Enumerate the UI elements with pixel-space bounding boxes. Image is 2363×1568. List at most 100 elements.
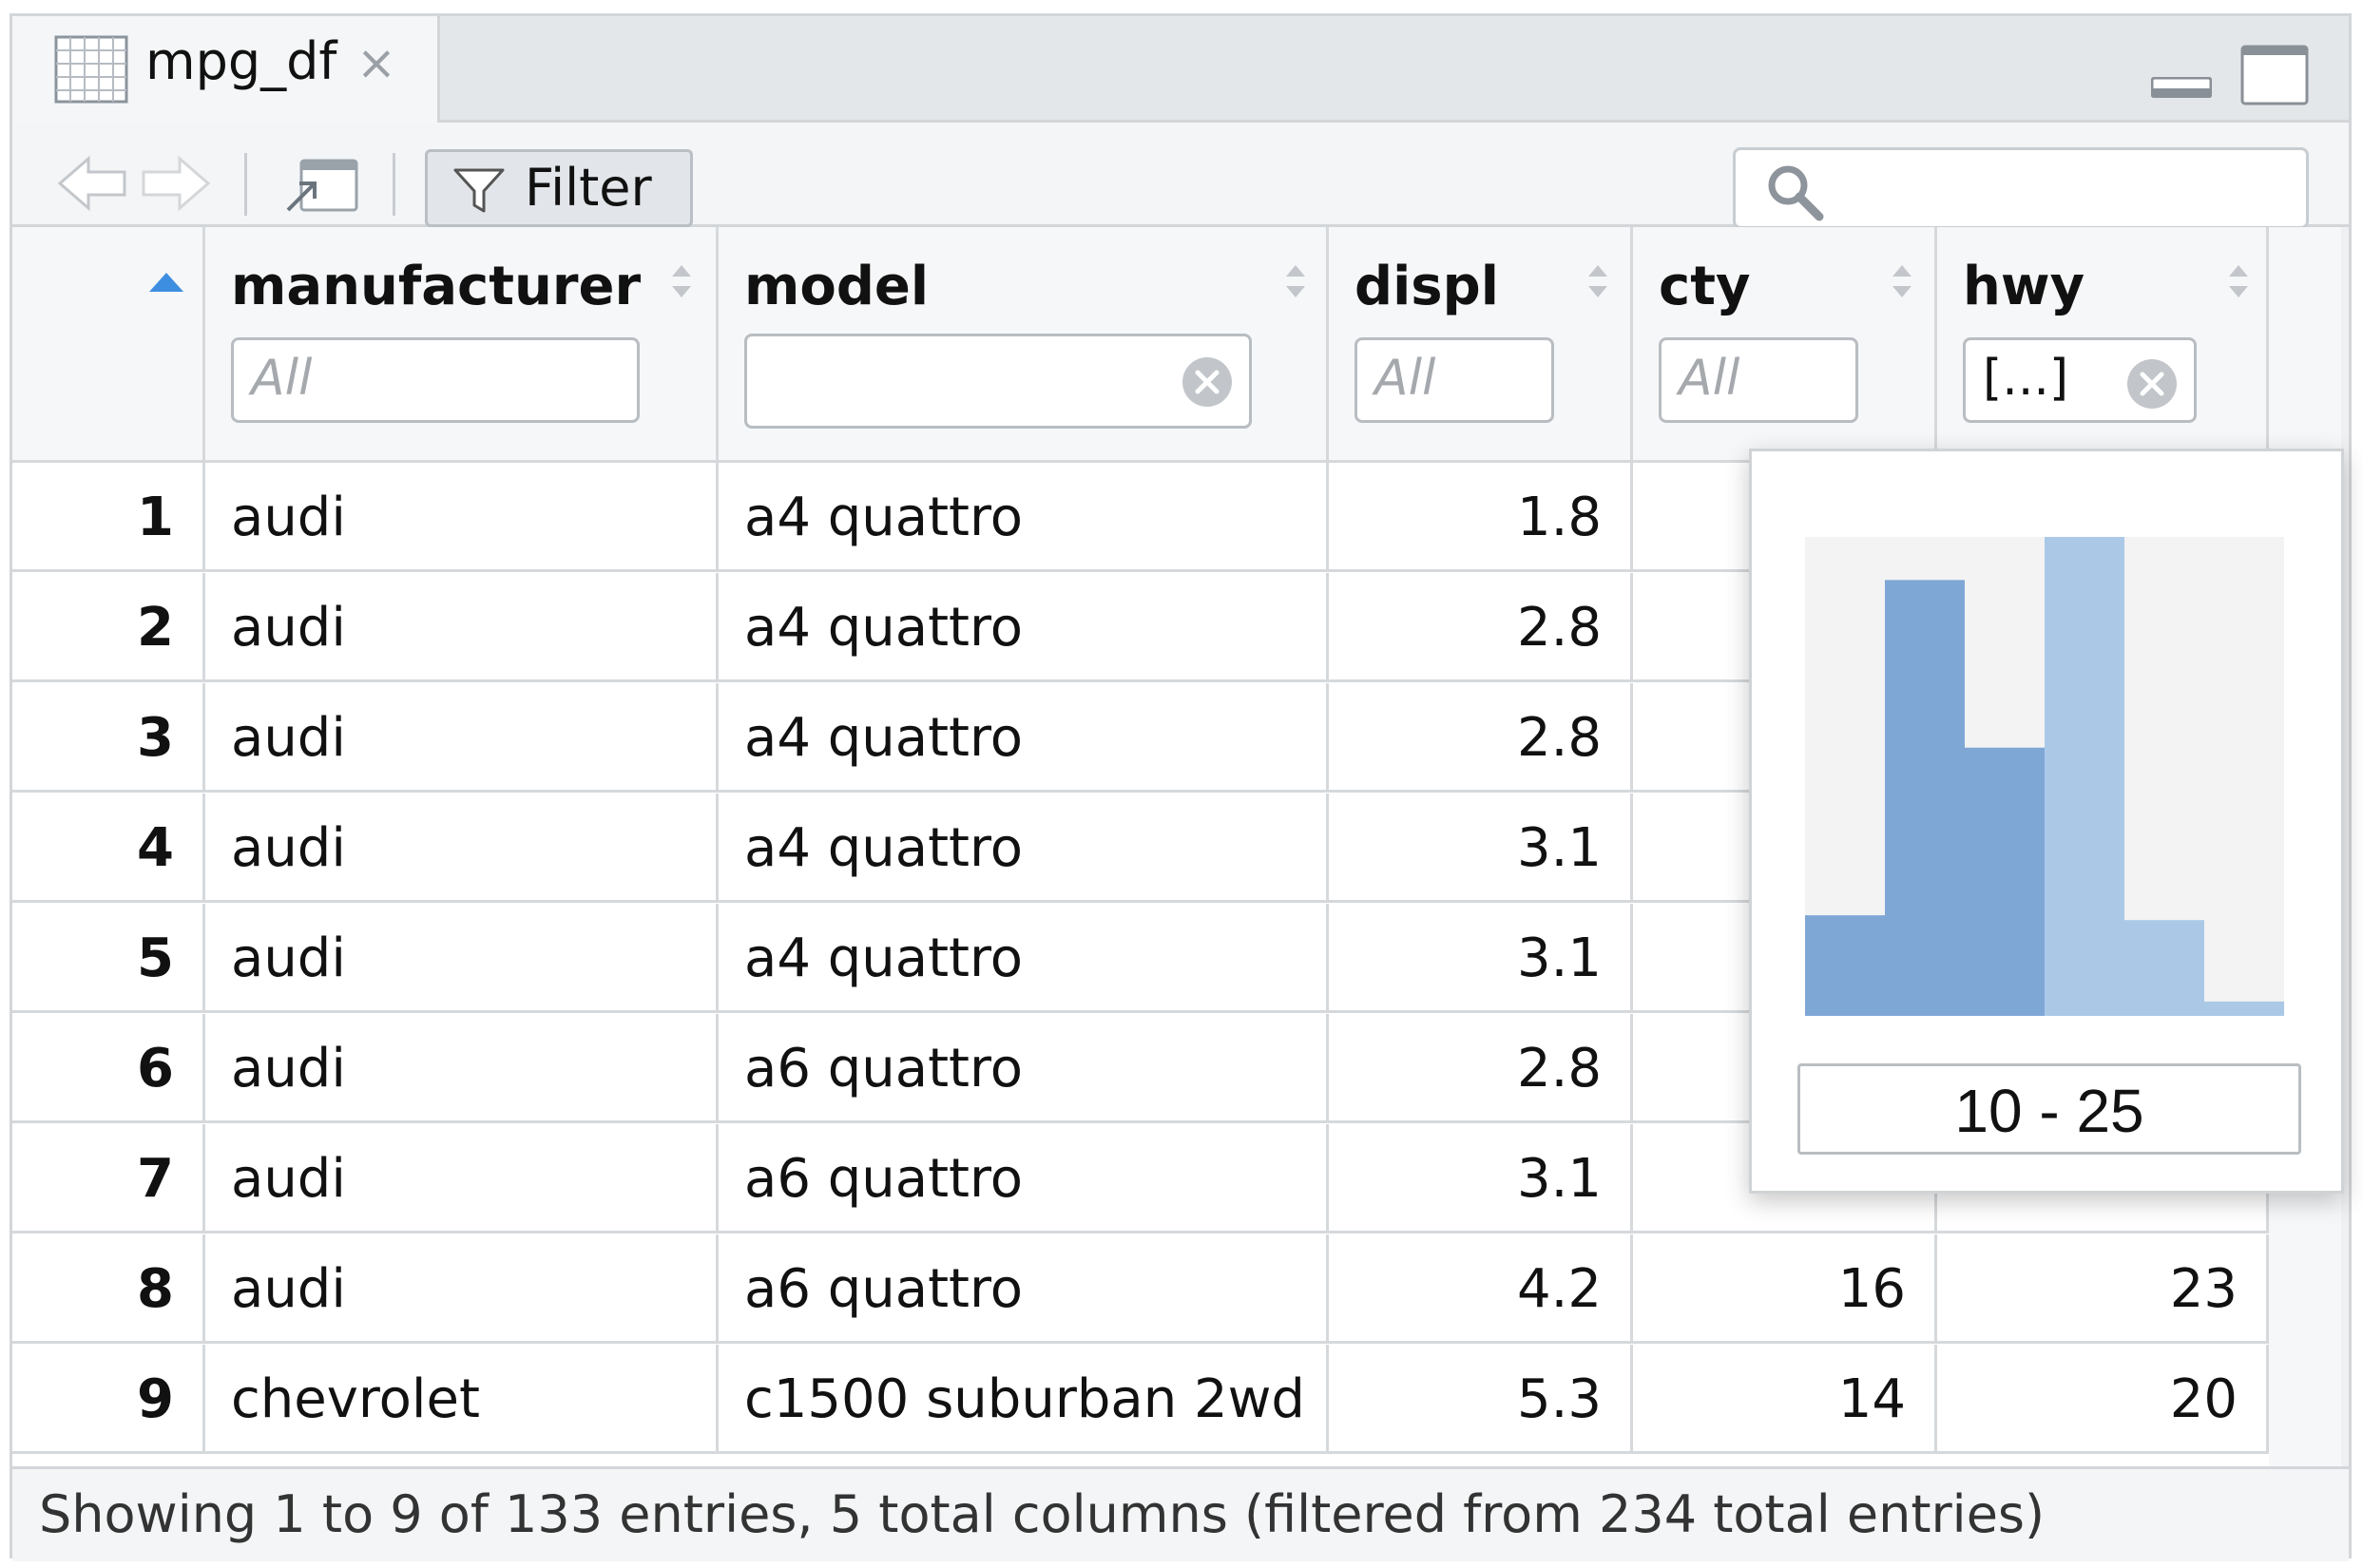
filter-label: Filter xyxy=(525,158,652,218)
cell-displ: 1.8 xyxy=(1329,463,1633,572)
cell-manufacturer: chevrolet xyxy=(205,1345,719,1454)
search-input[interactable] xyxy=(1733,147,2309,229)
entries-summary: Showing 1 to 9 of 133 entries, 5 total c… xyxy=(39,1484,2046,1544)
cell-displ: 2.8 xyxy=(1329,1014,1633,1123)
histogram-bar[interactable] xyxy=(1885,580,1965,1016)
cell-model: c1500 suburban 2wd xyxy=(719,1345,1329,1454)
cell-displ: 3.1 xyxy=(1329,794,1633,903)
cty-filter-input[interactable]: All xyxy=(1659,337,1858,423)
table-icon xyxy=(54,35,128,104)
displ-filter-input[interactable]: All xyxy=(1354,337,1554,423)
search-icon xyxy=(1768,165,1824,221)
column-title: model xyxy=(744,256,930,317)
column-title: hwy xyxy=(1963,256,2085,317)
row-index: 3 xyxy=(12,683,205,793)
row-index: 8 xyxy=(12,1234,205,1344)
index-header[interactable] xyxy=(12,227,205,463)
cell-model: a4 quattro xyxy=(719,794,1329,903)
header-row: manufacturer All model displ All cty All… xyxy=(12,227,2269,463)
model-filter-input[interactable] xyxy=(744,334,1252,429)
table-row[interactable]: 8 audi a6 quattro 4.2 16 23 xyxy=(12,1234,2269,1344)
cell-cty: 16 xyxy=(1633,1234,1937,1344)
clear-filter-icon[interactable] xyxy=(2125,357,2179,411)
cell-hwy: 20 xyxy=(1937,1345,2269,1454)
cell-model: a4 quattro xyxy=(719,463,1329,572)
row-index: 1 xyxy=(12,463,205,572)
histogram-bar[interactable] xyxy=(2045,537,2124,1016)
toolbar: Filter xyxy=(12,123,2349,229)
tab-close-icon[interactable]: × xyxy=(356,39,396,86)
sort-ascending-icon xyxy=(149,273,183,292)
filter-placeholder: All xyxy=(1374,350,1436,407)
cell-manufacturer: audi xyxy=(205,1124,719,1233)
filter-value: [...] xyxy=(1983,350,2069,407)
histogram[interactable] xyxy=(1805,537,2284,1016)
range-value: 10 - 25 xyxy=(1954,1077,2144,1145)
hwy-filter-input[interactable]: [...] xyxy=(1963,337,2197,423)
sort-arrows-icon[interactable] xyxy=(667,258,696,305)
tab-mpg-df[interactable]: mpg_df × xyxy=(12,16,440,123)
cell-cty: 14 xyxy=(1633,1345,1937,1454)
toolbar-separator xyxy=(244,153,247,216)
sort-arrows-icon[interactable] xyxy=(1584,258,1612,305)
funnel-icon xyxy=(453,168,505,213)
sort-arrows-icon[interactable] xyxy=(1888,258,1916,305)
column-header-cty[interactable]: cty All xyxy=(1633,227,1937,463)
filter-placeholder: All xyxy=(251,350,313,407)
row-index: 4 xyxy=(12,794,205,903)
cell-model: a4 quattro xyxy=(719,573,1329,682)
row-index: 7 xyxy=(12,1124,205,1233)
column-title: displ xyxy=(1354,256,1499,317)
cell-displ: 2.8 xyxy=(1329,573,1633,682)
column-title: manufacturer xyxy=(231,256,642,317)
filter-button[interactable]: Filter xyxy=(425,149,693,227)
cell-manufacturer: audi xyxy=(205,794,719,903)
cell-displ: 3.1 xyxy=(1329,904,1633,1013)
cell-model: a4 quattro xyxy=(719,683,1329,793)
column-header-displ[interactable]: displ All xyxy=(1329,227,1633,463)
forward-arrow-icon[interactable] xyxy=(140,153,212,214)
minimize-pane-icon[interactable] xyxy=(2151,77,2212,98)
sort-arrows-icon[interactable] xyxy=(2224,258,2253,305)
column-header-manufacturer[interactable]: manufacturer All xyxy=(205,227,719,463)
histogram-bar[interactable] xyxy=(1965,747,2045,1016)
cell-model: a4 quattro xyxy=(719,904,1329,1013)
cell-manufacturer: audi xyxy=(205,1014,719,1123)
range-input[interactable]: 10 - 25 xyxy=(1797,1063,2301,1155)
cell-hwy: 23 xyxy=(1937,1234,2269,1344)
column-header-hwy[interactable]: hwy [...] xyxy=(1937,227,2269,463)
row-index: 6 xyxy=(12,1014,205,1123)
cell-manufacturer: audi xyxy=(205,904,719,1013)
sort-arrows-icon[interactable] xyxy=(1281,258,1310,305)
tab-bar: mpg_df × xyxy=(12,16,2349,123)
row-index: 9 xyxy=(12,1345,205,1454)
cell-model: a6 quattro xyxy=(719,1234,1329,1344)
cell-model: a6 quattro xyxy=(719,1014,1329,1123)
toolbar-separator xyxy=(393,153,395,216)
row-index: 5 xyxy=(12,904,205,1013)
column-header-model[interactable]: model xyxy=(719,227,1329,463)
cell-manufacturer: audi xyxy=(205,463,719,572)
cell-displ: 4.2 xyxy=(1329,1234,1633,1344)
histogram-bar[interactable] xyxy=(1805,915,1885,1016)
tab-title: mpg_df xyxy=(145,31,337,91)
histogram-bar[interactable] xyxy=(2204,1001,2284,1016)
cell-model: a6 quattro xyxy=(719,1124,1329,1233)
hwy-range-filter-popup: 10 - 25 xyxy=(1749,449,2344,1194)
cell-manufacturer: audi xyxy=(205,573,719,682)
cell-displ: 2.8 xyxy=(1329,683,1633,793)
maximize-pane-icon[interactable] xyxy=(2240,45,2309,105)
popout-window-icon[interactable] xyxy=(284,155,360,214)
cell-manufacturer: audi xyxy=(205,683,719,793)
clear-filter-icon[interactable] xyxy=(1181,355,1234,409)
manufacturer-filter-input[interactable]: All xyxy=(231,337,640,423)
cell-displ: 5.3 xyxy=(1329,1345,1633,1454)
row-index: 2 xyxy=(12,573,205,682)
cell-displ: 3.1 xyxy=(1329,1124,1633,1233)
status-bar: Showing 1 to 9 of 133 entries, 5 total c… xyxy=(12,1466,2349,1561)
table-row[interactable]: 9 chevrolet c1500 suburban 2wd 5.3 14 20 xyxy=(12,1345,2269,1454)
filter-placeholder: All xyxy=(1679,350,1740,407)
back-arrow-icon[interactable] xyxy=(56,153,128,214)
column-title: cty xyxy=(1659,256,1751,317)
histogram-bar[interactable] xyxy=(2124,920,2204,1016)
